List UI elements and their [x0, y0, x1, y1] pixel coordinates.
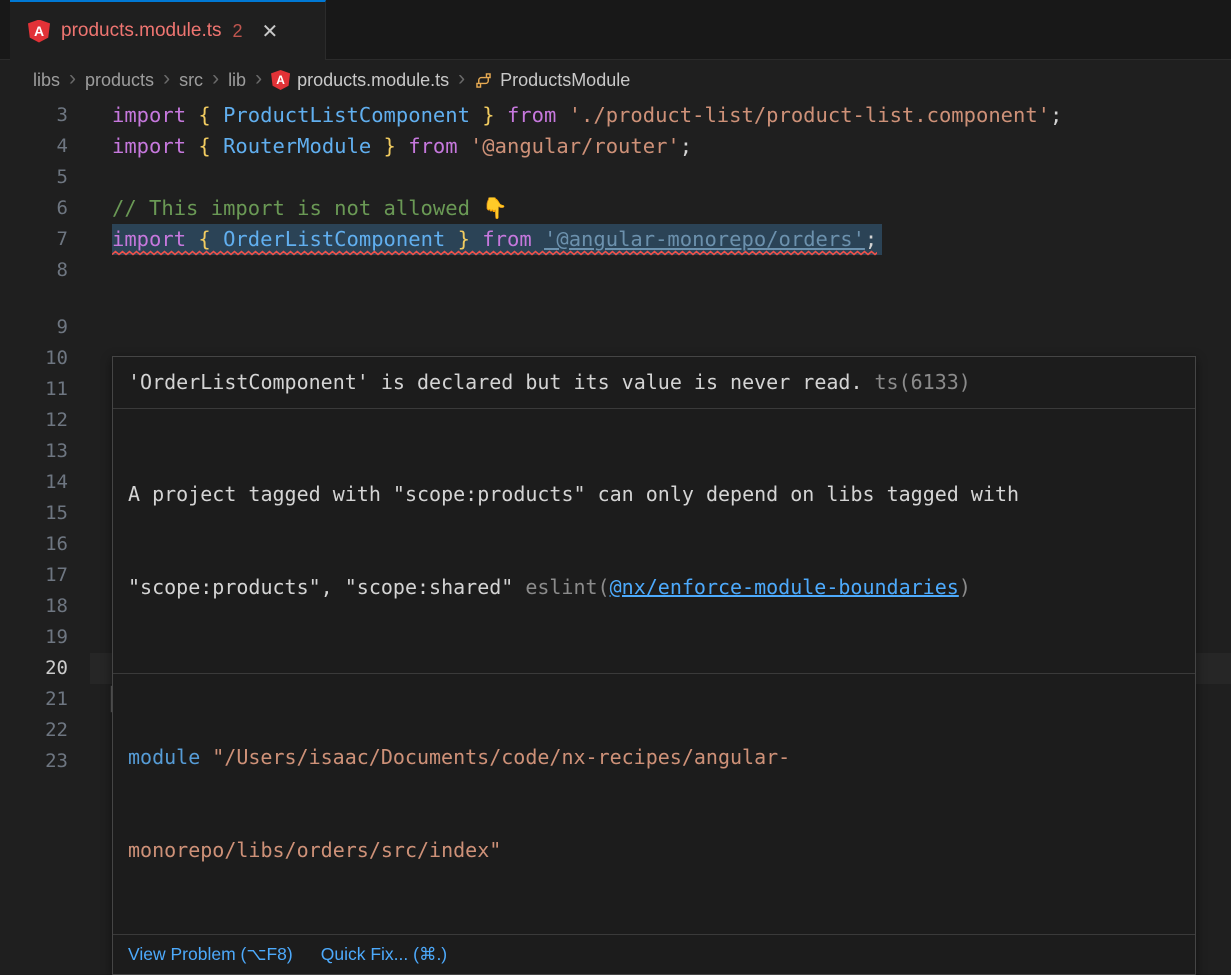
- line-content: // This import is not allowed 👇: [112, 193, 508, 224]
- module-path-line1: module"/Users/isaac/Documents/code/nx-re…: [128, 742, 1180, 773]
- hover-action-bar: View Problem (⌥F8) Quick Fix... (⌘.): [113, 934, 1195, 974]
- code-editor[interactable]: 'OrderListComponent' is declared but its…: [0, 100, 1231, 780]
- close-icon[interactable]: ✕: [262, 19, 279, 44]
- chevron-right-icon: ›: [69, 68, 76, 92]
- line-number: 8: [0, 255, 68, 286]
- line-number: 20: [0, 653, 68, 684]
- line-content: import { RouterModule } from '@angular/r…: [112, 131, 692, 162]
- chevron-right-icon: ›: [255, 68, 262, 92]
- eslint-message-line2: "scope:products", "scope:shared"eslint(@…: [128, 572, 1180, 603]
- eslint-rule-link[interactable]: @nx/enforce-module-boundaries: [610, 575, 959, 599]
- line-number: 23: [0, 746, 68, 777]
- angular-icon: A: [271, 70, 290, 90]
- code-line-7[interactable]: 7import { OrderListComponent } from '@an…: [0, 224, 1231, 255]
- line-number: 21: [0, 684, 68, 715]
- class-symbol-icon: [474, 71, 493, 90]
- line-number: 12: [0, 405, 68, 436]
- view-problem-action[interactable]: View Problem (⌥F8): [128, 944, 293, 965]
- line-number: 14: [0, 467, 68, 498]
- line-number: 18: [0, 591, 68, 622]
- chevron-right-icon: ›: [458, 68, 465, 92]
- tab-bar-spacer: [0, 0, 10, 60]
- line-number: 9: [0, 312, 68, 343]
- code-line-8[interactable]: 8: [0, 255, 1231, 286]
- eslint-source-prefix: eslint(: [525, 575, 609, 599]
- module-path-line2: monorepo/libs/orders/src/index": [128, 835, 1180, 866]
- line-number: 17: [0, 560, 68, 591]
- breadcrumb-label: products.module.ts: [297, 70, 449, 91]
- tab-title: products.module.ts: [61, 20, 222, 42]
- code-line-6[interactable]: 6 // This import is not allowed 👇: [0, 193, 1231, 224]
- line-number: 19: [0, 622, 68, 653]
- eslint-source-suffix: ): [959, 575, 971, 599]
- ts-diagnostic-message: 'OrderListComponent' is declared but its…: [128, 370, 863, 394]
- quick-fix-action[interactable]: Quick Fix... (⌘.): [321, 944, 447, 965]
- angular-icon: A: [28, 20, 50, 43]
- code-line-3[interactable]: 3 import { ProductListComponent } from '.…: [0, 100, 1231, 131]
- line-number: 15: [0, 498, 68, 529]
- line-number: 5: [0, 162, 68, 193]
- line-number: 3: [0, 100, 68, 131]
- code-line-9[interactable]: 9: [0, 312, 1231, 343]
- line-number: 10: [0, 343, 68, 374]
- tab-bar-empty-area: [326, 0, 1231, 60]
- line-number: 4: [0, 131, 68, 162]
- tab-bar: A products.module.ts 2 ✕: [0, 0, 1231, 60]
- hover-popup: 'OrderListComponent' is declared but its…: [112, 356, 1196, 975]
- code-line-5[interactable]: 5: [0, 162, 1231, 193]
- breadcrumb-item-products[interactable]: products: [85, 70, 154, 91]
- line-number: 11: [0, 374, 68, 405]
- line-number: 13: [0, 436, 68, 467]
- eslint-message-line1: A project tagged with "scope:products" c…: [128, 479, 1180, 510]
- breadcrumb-label: libs: [33, 70, 60, 91]
- breadcrumb-item-products-module-ts[interactable]: Aproducts.module.ts: [271, 70, 449, 91]
- module-keyword: module: [128, 745, 200, 769]
- breadcrumb-label: ProductsModule: [500, 70, 630, 91]
- hover-module-path-block: module"/Users/isaac/Documents/code/nx-re…: [113, 673, 1195, 934]
- breadcrumb-label: products: [85, 70, 154, 91]
- code-line-4[interactable]: 4 import { RouterModule } from '@angular/…: [0, 131, 1231, 162]
- line-number: 22: [0, 715, 68, 746]
- hover-eslint-diagnostic: A project tagged with "scope:products" c…: [113, 408, 1195, 673]
- breadcrumb-label: src: [179, 70, 203, 91]
- line-number: 6: [0, 193, 68, 224]
- breadcrumb-item-src[interactable]: src: [179, 70, 203, 91]
- tab-products-module[interactable]: A products.module.ts 2 ✕: [10, 0, 326, 60]
- breadcrumb-label: lib: [228, 70, 246, 91]
- breadcrumb-item-productsmodule[interactable]: ProductsModule: [474, 70, 630, 91]
- breadcrumb-item-lib[interactable]: lib: [228, 70, 246, 91]
- line-number: 7: [0, 224, 68, 255]
- ts-diagnostic-source: ts(6133): [875, 370, 971, 394]
- breadcrumb: libs › products › src › lib › Aproducts.module.t…: [0, 60, 1231, 100]
- breadcrumb-item-libs[interactable]: libs: [33, 70, 60, 91]
- chevron-right-icon: ›: [212, 68, 219, 92]
- line-number: 16: [0, 529, 68, 560]
- hover-ts-diagnostic: 'OrderListComponent' is declared but its…: [113, 357, 1195, 408]
- chevron-right-icon: ›: [163, 68, 170, 92]
- line-content: import { ProductListComponent } from './…: [112, 100, 1062, 131]
- tab-problems-badge: 2: [233, 21, 243, 42]
